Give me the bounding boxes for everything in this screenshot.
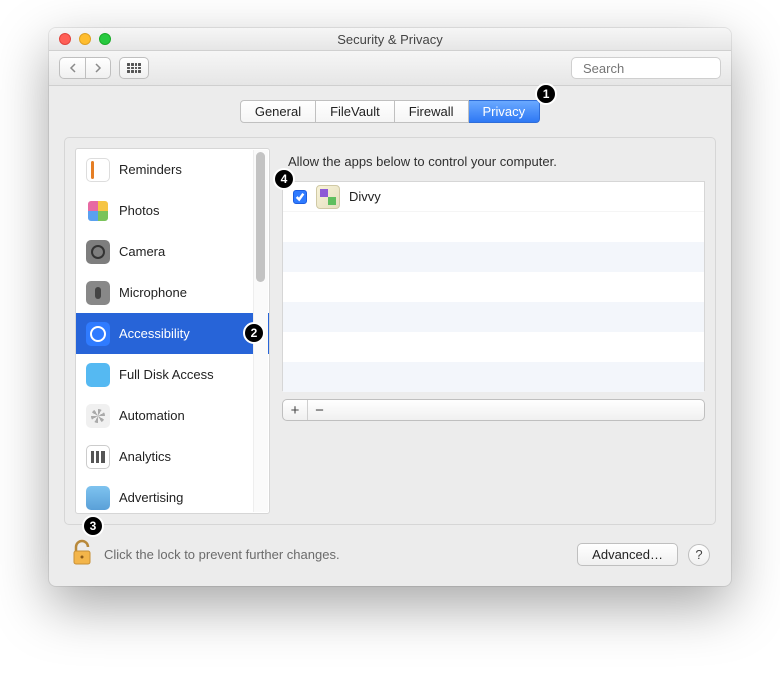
sidebar-item-label: Full Disk Access — [119, 367, 214, 382]
accessibility-icon — [86, 322, 110, 346]
microphone-icon — [86, 281, 110, 305]
sidebar-item-photos[interactable]: Photos — [76, 190, 269, 231]
sidebar-item-label: Camera — [119, 244, 165, 259]
search-field[interactable] — [571, 57, 721, 79]
sidebar-item-microphone[interactable]: Microphone — [76, 272, 269, 313]
app-icon — [316, 185, 340, 209]
add-remove-buttons: + − — [282, 399, 705, 421]
titlebar: Security & Privacy — [49, 28, 731, 51]
camera-icon — [86, 240, 110, 264]
photos-icon — [86, 199, 110, 223]
tab-general[interactable]: General — [240, 100, 316, 123]
tab-privacy[interactable]: Privacy 1 — [469, 100, 541, 123]
sidebar-item-label: Microphone — [119, 285, 187, 300]
folder-icon — [86, 363, 110, 387]
gear-icon — [86, 404, 110, 428]
privacy-sidebar: Reminders Photos Camera Microphone — [75, 148, 270, 514]
add-button[interactable]: + — [283, 400, 307, 420]
annotation-1: 1 — [535, 83, 557, 105]
footer: 3 Click the lock to prevent further chan… — [64, 525, 716, 570]
app-name: Divvy — [349, 189, 381, 204]
annotation-4: 4 — [273, 168, 295, 190]
nav-buttons — [59, 57, 111, 79]
sidebar-item-analytics[interactable]: Analytics — [76, 436, 269, 477]
lock-icon — [70, 539, 94, 567]
help-button[interactable]: ? — [688, 544, 710, 566]
app-list: 4 Divvy — [282, 181, 705, 391]
app-row[interactable]: Divvy — [283, 182, 704, 212]
scrollbar-thumb[interactable] — [256, 152, 265, 282]
sidebar-item-accessibility[interactable]: Accessibility 2 — [76, 313, 269, 354]
sidebar-item-label: Advertising — [119, 490, 183, 505]
tab-privacy-label: Privacy — [483, 104, 526, 119]
tab-firewall[interactable]: Firewall — [395, 100, 469, 123]
sidebar-item-label: Analytics — [119, 449, 171, 464]
tab-filevault[interactable]: FileVault — [316, 100, 395, 123]
megaphone-icon — [86, 486, 110, 510]
advanced-button[interactable]: Advanced… — [577, 543, 678, 566]
content: General FileVault Firewall Privacy 1 Rem… — [49, 86, 731, 586]
window-title: Security & Privacy — [49, 32, 731, 47]
tabbar: General FileVault Firewall Privacy 1 — [64, 100, 716, 123]
annotation-2: 2 — [243, 322, 265, 344]
app-checkbox[interactable] — [293, 190, 307, 204]
detail-hint: Allow the apps below to control your com… — [282, 148, 705, 181]
forward-button[interactable] — [85, 57, 111, 79]
sidebar-item-reminders[interactable]: Reminders — [76, 149, 269, 190]
grid-icon — [127, 63, 141, 73]
annotation-3: 3 — [82, 515, 104, 537]
sidebar-item-automation[interactable]: Automation — [76, 395, 269, 436]
sidebar-item-camera[interactable]: Camera — [76, 231, 269, 272]
sidebar-item-label: Reminders — [119, 162, 182, 177]
show-all-button[interactable] — [119, 57, 149, 79]
privacy-panel: Reminders Photos Camera Microphone — [64, 137, 716, 525]
lock-text: Click the lock to prevent further change… — [104, 547, 567, 562]
chart-icon — [86, 445, 110, 469]
lock-button[interactable] — [70, 539, 94, 570]
sidebar-item-label: Automation — [119, 408, 185, 423]
sidebar-item-label: Photos — [119, 203, 159, 218]
sidebar-item-full-disk-access[interactable]: Full Disk Access — [76, 354, 269, 395]
sidebar-item-label: Accessibility — [119, 326, 190, 341]
reminders-icon — [86, 158, 110, 182]
search-input[interactable] — [583, 61, 731, 76]
back-button[interactable] — [59, 57, 85, 79]
preferences-window: Security & Privacy General FileV — [49, 28, 731, 586]
remove-button[interactable]: − — [307, 400, 331, 420]
privacy-detail: Allow the apps below to control your com… — [282, 148, 705, 514]
toolbar — [49, 51, 731, 86]
sidebar-item-advertising[interactable]: Advertising — [76, 477, 269, 513]
